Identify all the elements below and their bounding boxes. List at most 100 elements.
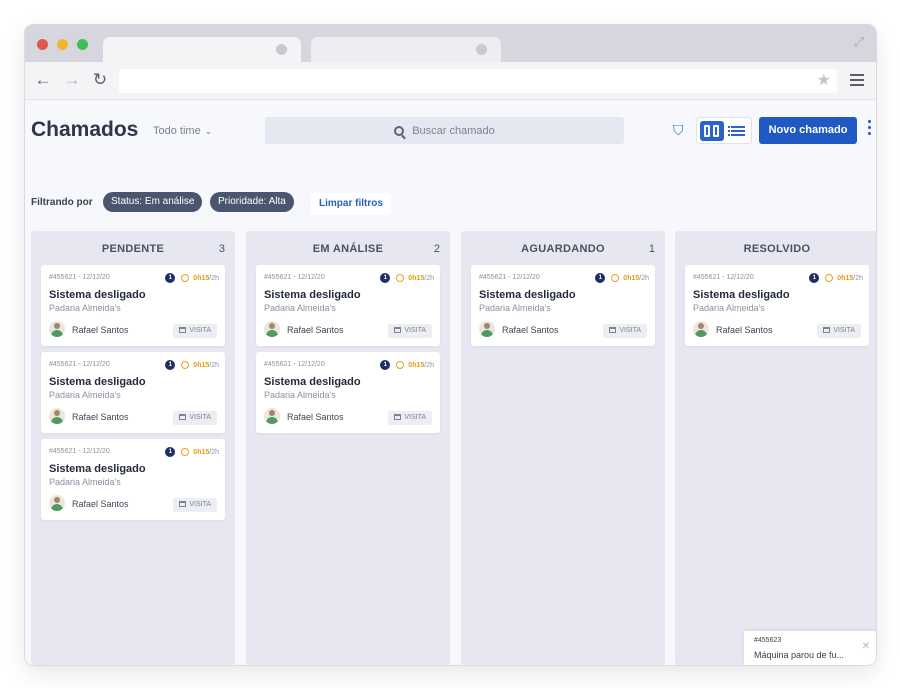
more-vertical-icon[interactable] <box>868 120 872 138</box>
elapsed-time: 0h15 <box>193 448 210 456</box>
ticket-assignee: Rafael Santos <box>287 412 344 422</box>
calendar-icon <box>823 327 831 333</box>
close-tab-icon[interactable] <box>276 44 287 55</box>
visit-tag-label: VISITA <box>189 327 211 334</box>
toast-message: Máquina parou de fu... <box>754 650 845 660</box>
ticket-assignee: Rafael Santos <box>502 325 559 335</box>
ticket-id: #455621 - 12/12/20 <box>49 448 110 455</box>
clock-icon <box>396 274 405 282</box>
elapsed-time: 0h15 <box>408 361 425 369</box>
visit-tag: VISITA <box>817 324 861 338</box>
maximize-window-dot[interactable] <box>77 39 88 50</box>
visit-tag: VISITA <box>388 411 432 425</box>
address-bar[interactable]: ★ <box>119 69 837 93</box>
column-title: EM ANÁLISE <box>312 243 384 255</box>
ticket-client: Padaria Almeida's <box>49 390 121 400</box>
ticket-title: Sistema desligado <box>49 289 146 301</box>
calendar-icon <box>179 501 187 507</box>
ticket-meta: 1 0h15/2h <box>380 360 434 370</box>
clock-icon <box>396 361 405 369</box>
ticket-card[interactable]: #455621 - 12/12/20 1 0h15/2h Sistema deslig… <box>471 265 655 346</box>
avatar <box>49 321 65 337</box>
browser-tab-active[interactable] <box>103 37 301 63</box>
avatar <box>479 321 495 337</box>
ticket-meta: 1 0h15/2h <box>165 360 219 370</box>
column-count: 1 <box>648 243 655 255</box>
time-limit: /2h <box>209 361 219 369</box>
column-count: 3 <box>218 243 225 255</box>
new-ticket-button[interactable]: Novo chamado <box>759 117 857 144</box>
visit-tag: VISITA <box>603 324 647 338</box>
calendar-icon <box>394 414 402 420</box>
calendar-icon <box>394 327 402 333</box>
clear-filters-link[interactable]: Limpar filtros <box>311 193 391 215</box>
browser-toolbar: ← → ↻ ★ <box>25 62 876 100</box>
time-limit: /2h <box>853 274 863 282</box>
elapsed-time: 0h15 <box>408 274 425 282</box>
visit-tag-label: VISITA <box>833 327 855 334</box>
expand-icon[interactable]: ⤢ <box>851 34 867 50</box>
ticket-client: Padaria Almeida's <box>264 390 336 400</box>
reload-icon[interactable]: ↻ <box>91 71 109 89</box>
avatar <box>49 408 65 424</box>
close-tab-icon[interactable] <box>476 44 487 55</box>
chevron-down-icon: ⌄ <box>204 126 213 136</box>
minimize-window-dot[interactable] <box>57 39 68 50</box>
filter-icon[interactable]: ⛉ <box>673 122 687 138</box>
clock-icon <box>181 448 190 456</box>
ticket-title: Sistema desligado <box>264 376 361 388</box>
visit-tag: VISITA <box>173 411 217 425</box>
priority-badge: 1 <box>165 273 176 283</box>
bookmark-star-icon[interactable]: ★ <box>817 72 831 90</box>
ticket-card[interactable]: #455621 - 12/12/20 1 0h15/2h Sistema deslig… <box>41 265 225 346</box>
ticket-card[interactable]: #455621 - 12/12/20 1 0h15/2h Sistema deslig… <box>256 352 440 433</box>
column-title: RESOLVIDO <box>743 243 811 255</box>
filter-chip-status[interactable]: Status: Em análise <box>103 192 203 212</box>
notification-toast[interactable]: #455623 Máquina parou de fu... ✕ <box>744 631 876 665</box>
time-limit: /2h <box>424 274 434 282</box>
board-view-icon[interactable] <box>700 121 724 141</box>
ticket-assignee: Rafael Santos <box>72 325 129 335</box>
page-title: Chamados <box>31 118 139 141</box>
team-select[interactable]: Todo time ⌄ <box>153 125 212 137</box>
visit-tag: VISITA <box>173 324 217 338</box>
priority-badge: 1 <box>809 273 820 283</box>
ticket-meta: 1 0h15/2h <box>809 273 863 283</box>
ticket-title: Sistema desligado <box>49 463 146 475</box>
ticket-card[interactable]: #455621 - 12/12/20 1 0h15/2h Sistema deslig… <box>41 439 225 520</box>
clock-icon <box>611 274 620 282</box>
browser-tab[interactable] <box>311 37 501 63</box>
clock-icon <box>825 274 834 282</box>
forward-icon[interactable]: → <box>63 71 81 89</box>
ticket-card[interactable]: #455621 - 12/12/20 1 0h15/2h Sistema deslig… <box>685 265 869 346</box>
back-icon[interactable]: ← <box>34 71 52 89</box>
priority-badge: 1 <box>380 273 391 283</box>
filter-chip-priority[interactable]: Prioridade: Alta <box>210 192 294 212</box>
clock-icon <box>181 274 190 282</box>
column-count: 2 <box>433 243 440 255</box>
ticket-card[interactable]: #455621 - 12/12/20 1 0h15/2h Sistema deslig… <box>41 352 225 433</box>
page: Chamados Todo time ⌄ Buscar chamado ⛉ Nov… <box>25 100 876 665</box>
ticket-id: #455621 - 12/12/20 <box>49 361 110 368</box>
ticket-id: #455621 - 12/12/20 <box>264 274 325 281</box>
ticket-assignee: Rafael Santos <box>72 499 129 509</box>
ticket-client: Padaria Almeida's <box>49 477 121 487</box>
calendar-icon <box>179 414 187 420</box>
visit-tag-label: VISITA <box>404 414 426 421</box>
ticket-card[interactable]: #455621 - 12/12/20 1 0h15/2h Sistema deslig… <box>256 265 440 346</box>
kanban-column: PENDENTE 3 #455621 - 12/12/20 1 0h15/2h Siste… <box>31 231 235 665</box>
column-title: PENDENTE <box>101 243 165 255</box>
close-icon[interactable]: ✕ <box>862 641 870 652</box>
avatar <box>49 495 65 511</box>
search-input[interactable]: Buscar chamado <box>265 117 624 144</box>
close-window-dot[interactable] <box>37 39 48 50</box>
filter-label: Filtrando por <box>31 197 93 208</box>
browser-menu-icon[interactable] <box>850 74 864 89</box>
time-limit: /2h <box>424 361 434 369</box>
ticket-id: #455621 - 12/12/20 <box>479 274 540 281</box>
ticket-id: #455621 - 12/12/20 <box>49 274 110 281</box>
calendar-icon <box>179 327 187 333</box>
priority-badge: 1 <box>380 360 391 370</box>
list-view-icon[interactable] <box>728 121 748 141</box>
visit-tag: VISITA <box>173 498 217 512</box>
